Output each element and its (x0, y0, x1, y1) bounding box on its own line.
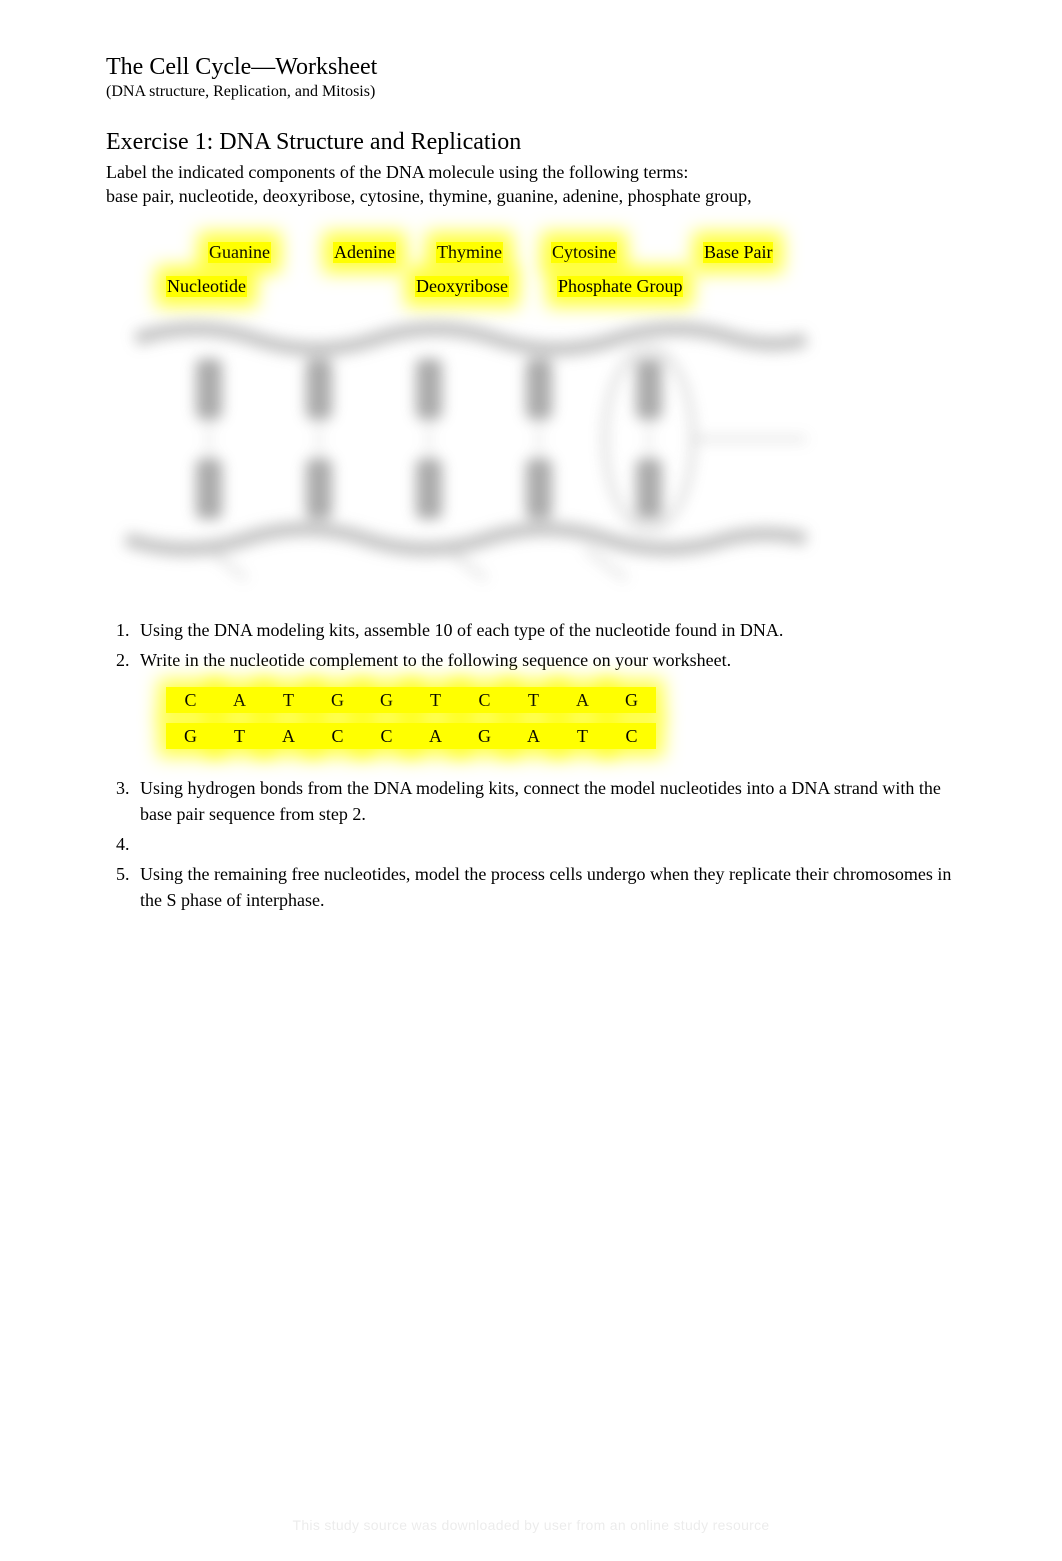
exercise-instructions: Label the indicated components of the DN… (106, 160, 956, 209)
page-subtitle: (DNA structure, Replication, and Mitosis… (106, 83, 956, 101)
seq-top-0: C (166, 687, 215, 713)
seq-bot-0: G (166, 723, 215, 749)
seq-bot-9: C (607, 723, 656, 749)
seq-bot-4: C (362, 723, 411, 749)
page-title: The Cell Cycle—Worksheet (106, 54, 956, 81)
seq-top-6: C (460, 687, 509, 713)
seq-top-7: T (509, 687, 558, 713)
dna-label-area: Guanine Adenine Thymine Cytosine Base Pa… (166, 239, 956, 301)
seq-bot-3: C (313, 723, 362, 749)
seq-bot-7: A (509, 723, 558, 749)
label-deoxyribose: Deoxyribose (415, 276, 509, 297)
seq-bot-5: A (411, 723, 460, 749)
sequence-row-top: C A T G G T C T A G (166, 687, 956, 713)
watermark-text: This study source was downloaded by user… (292, 1517, 769, 1533)
label-adenine: Adenine (333, 242, 396, 263)
label-base-pair: Base Pair (703, 242, 773, 263)
seq-bot-8: T (558, 723, 607, 749)
label-phosphate-group: Phosphate Group (557, 276, 684, 297)
list-item-3: Using hydrogen bonds from the DNA modeli… (134, 775, 956, 827)
list-item-2-text: Write in the nucleotide complement to th… (140, 650, 731, 670)
label-thymine: Thymine (436, 242, 503, 263)
seq-top-3: G (313, 687, 362, 713)
instructions-line-2: base pair, nucleotide, deoxyribose, cyto… (106, 186, 752, 206)
seq-top-1: A (215, 687, 264, 713)
seq-top-4: G (362, 687, 411, 713)
seq-top-8: A (558, 687, 607, 713)
exercise-steps-list: Using the DNA modeling kits, assemble 10… (134, 617, 956, 914)
list-item-5: Using the remaining free nucleotides, mo… (134, 861, 956, 913)
exercise-heading: Exercise 1: DNA Structure and Replicatio… (106, 129, 956, 156)
list-item-4 (134, 831, 956, 857)
label-cytosine: Cytosine (551, 242, 617, 263)
seq-bot-1: T (215, 723, 264, 749)
seq-bot-6: G (460, 723, 509, 749)
seq-top-5: T (411, 687, 460, 713)
label-row-1: Guanine Adenine Thymine Cytosine Base Pa… (166, 239, 956, 267)
instructions-line-1: Label the indicated components of the DN… (106, 162, 688, 182)
label-row-2: Nucleotide Deoxyribose Phosphate Group (166, 273, 956, 301)
seq-top-2: T (264, 687, 313, 713)
sequence-row-bottom: G T A C C A G A T C (166, 723, 956, 749)
label-guanine: Guanine (208, 242, 271, 263)
list-item-2: Write in the nucleotide complement to th… (134, 647, 956, 749)
seq-top-9: G (607, 687, 656, 713)
label-nucleotide: Nucleotide (166, 276, 247, 297)
nucleotide-sequence-block: C A T G G T C T A G G T A C C A G A T (166, 687, 956, 749)
seq-bot-2: A (264, 723, 313, 749)
dna-structure-diagram (116, 309, 816, 589)
list-item-1: Using the DNA modeling kits, assemble 10… (134, 617, 956, 643)
